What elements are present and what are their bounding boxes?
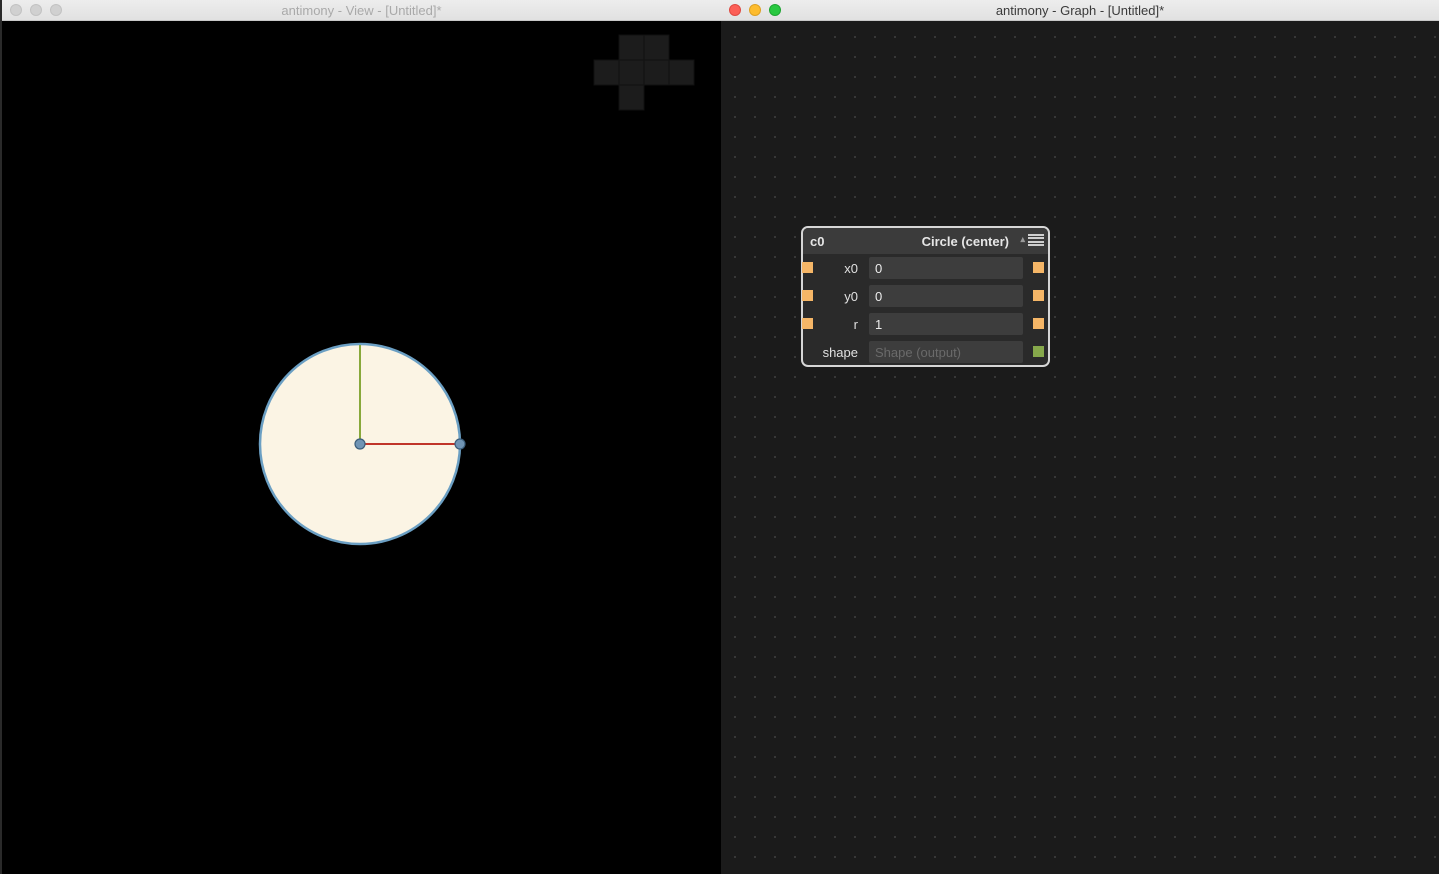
orientation-cross-icon[interactable] [593,34,695,111]
radius-handle[interactable] [454,438,466,450]
graph-window-title: antimony - Graph - [Untitled]* [995,2,1165,18]
output-port-x0[interactable] [1033,262,1044,273]
datum-row-x0: x0 0 [802,254,1048,282]
view-window-controls [10,4,62,16]
close-button[interactable] [729,4,741,16]
datum-input-r[interactable]: 1 [869,313,1023,335]
datum-label: shape [822,345,858,360]
viewport-svg [258,34,695,546]
hamburger-icon[interactable] [1027,232,1045,248]
center-handle[interactable] [354,438,366,450]
viewport-3d[interactable] [2,21,721,874]
collapse-icon[interactable]: ▴ [1020,234,1025,245]
maximize-button[interactable] [50,4,62,16]
datum-label: r [853,317,858,332]
input-port-r[interactable] [802,318,813,329]
output-port-y0[interactable] [1033,290,1044,301]
minimize-button[interactable] [30,4,42,16]
datum-input-y0[interactable]: 0 [869,285,1023,307]
close-button[interactable] [10,4,22,16]
datum-label: y0 [844,289,858,304]
node-type: Circle (center) [921,234,1009,249]
view-titlebar[interactable]: antimony - View - [Untitled]* [2,0,721,21]
datum-label: x0 [844,261,858,276]
graph-titlebar[interactable]: antimony - Graph - [Untitled]* [721,0,1439,21]
output-port-r[interactable] [1033,318,1044,329]
input-port-x0[interactable] [802,262,813,273]
view-window-title: antimony - View - [Untitled]* [281,2,442,18]
minimize-button[interactable] [749,4,761,16]
circle-node[interactable]: c0 Circle (center) ▴ x0 0 y0 0 r 1 shape… [801,226,1050,367]
graph-canvas[interactable]: c0 Circle (center) ▴ x0 0 y0 0 r 1 shape… [721,21,1439,874]
graph-window: antimony - Graph - [Untitled]* c0 Circle… [721,0,1439,874]
node-name[interactable]: c0 [810,234,824,249]
output-port-shape[interactable] [1033,346,1044,357]
graph-window-controls [729,4,781,16]
datum-row-shape: shape Shape (output) [803,338,1048,366]
view-window: antimony - View - [Untitled]* [0,0,721,874]
datum-row-y0: y0 0 [802,282,1048,310]
datum-output-shape: Shape (output) [869,341,1023,363]
node-header[interactable]: c0 Circle (center) ▴ [803,228,1048,254]
datum-row-r: r 1 [802,310,1048,338]
datum-input-x0[interactable]: 0 [869,257,1023,279]
maximize-button[interactable] [769,4,781,16]
input-port-y0[interactable] [802,290,813,301]
